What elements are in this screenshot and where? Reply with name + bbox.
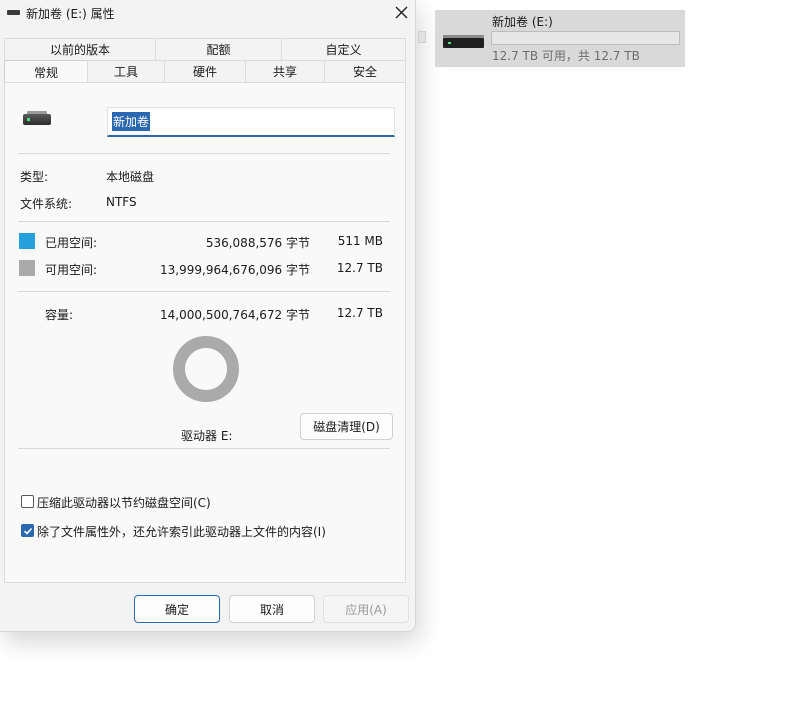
index-checkbox[interactable] <box>21 524 34 537</box>
tab-sharing[interactable]: 共享 <box>245 60 325 82</box>
tab-row-secondary: 以前的版本 配额 自定义 <box>4 38 406 60</box>
used-space-size: 511 MB <box>337 234 383 248</box>
free-space-size: 12.7 TB <box>336 261 383 275</box>
tab-hardware[interactable]: 硬件 <box>164 60 246 82</box>
window-title: 新加卷 (E:) 属性 <box>26 7 115 21</box>
tab-customize[interactable]: 自定义 <box>281 38 406 60</box>
filesystem-label: 文件系统: <box>20 197 73 211</box>
divider <box>18 221 390 222</box>
volume-name-text: 新加卷 <box>112 112 151 131</box>
filesystem-value: NTFS <box>106 195 137 209</box>
used-space-bytes: 536,088,576 字节 <box>205 236 310 250</box>
compress-label: 压缩此驱动器以节约磁盘空间(C) <box>37 496 211 510</box>
type-label: 类型: <box>20 170 49 184</box>
disk-cleanup-button[interactable]: 磁盘清理(D) <box>300 413 393 440</box>
cancel-button[interactable]: 取消 <box>229 595 315 623</box>
capacity-size: 12.7 TB <box>336 306 383 320</box>
title-bar: 新加卷 (E:) 属性 <box>0 0 416 26</box>
capacity-bytes: 14,000,500,764,672 字节 <box>160 308 310 322</box>
drive-icon <box>23 111 51 125</box>
usage-donut-chart <box>173 336 239 402</box>
check-icon <box>23 527 32 535</box>
index-label: 除了文件属性外，还允许索引此驱动器上文件的内容(I) <box>37 525 326 539</box>
apply-button[interactable]: 应用(A) <box>323 595 409 623</box>
close-button[interactable] <box>386 0 416 24</box>
tab-tools[interactable]: 工具 <box>87 60 165 82</box>
tab-security[interactable]: 安全 <box>324 60 406 82</box>
used-space-label: 已用空间: <box>45 236 98 250</box>
close-icon <box>395 6 407 18</box>
properties-dialog: 新加卷 (E:) 属性 以前的版本 配额 自定义 常规 工具 硬件 共享 安全 … <box>0 0 416 632</box>
window-edge-fragment <box>418 31 426 43</box>
compress-checkbox[interactable] <box>21 495 34 508</box>
used-space-swatch <box>19 233 35 249</box>
drive-icon <box>443 35 484 48</box>
donut-free-ring <box>173 336 239 402</box>
free-space-label: 可用空间: <box>45 263 98 277</box>
type-value: 本地磁盘 <box>106 170 155 184</box>
divider <box>18 153 390 154</box>
drive-label: 驱动器 E: <box>181 429 233 443</box>
divider <box>18 448 390 449</box>
capacity-label: 容量: <box>45 308 74 322</box>
general-panel: 新加卷 类型: 本地磁盘 文件系统: NTFS 已用空间: 536,088,57… <box>4 82 406 583</box>
drive-usage-bar <box>491 31 680 45</box>
tab-general[interactable]: 常规 <box>4 60 88 83</box>
drive-icon <box>7 10 20 15</box>
tab-quota[interactable]: 配额 <box>155 38 282 60</box>
drive-tile-name: 新加卷 (E:) <box>492 15 553 29</box>
free-space-bytes: 13,999,964,676,096 字节 <box>160 263 310 277</box>
tab-row-primary: 常规 工具 硬件 共享 安全 <box>4 60 406 83</box>
free-space-swatch <box>19 260 35 276</box>
drive-tile-subtitle: 12.7 TB 可用，共 12.7 TB <box>492 49 640 63</box>
ok-button[interactable]: 确定 <box>134 595 220 623</box>
tab-previous-versions[interactable]: 以前的版本 <box>4 38 156 60</box>
divider <box>18 291 390 292</box>
drive-tile[interactable]: 新加卷 (E:) 12.7 TB 可用，共 12.7 TB <box>435 10 685 67</box>
volume-name-input[interactable]: 新加卷 <box>107 107 395 137</box>
